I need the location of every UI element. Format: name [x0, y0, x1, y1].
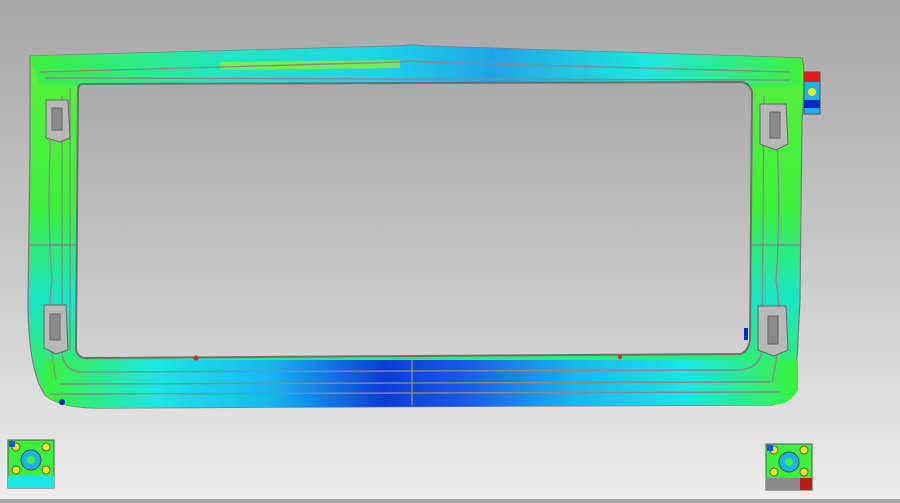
thumbnail-part-left: [7, 439, 55, 489]
frame-opening: [74, 80, 754, 360]
hotspot-red-1: [193, 355, 199, 361]
hotspot-red-2: [618, 355, 622, 359]
right-bracket-lower: [757, 305, 789, 357]
3d-viewport[interactable]: [0, 0, 900, 499]
right-bracket-upper: [759, 103, 789, 151]
hotspot-blue-1: [59, 399, 65, 405]
left-bracket-upper: [45, 99, 71, 143]
hotspot-blue-2: [744, 328, 748, 340]
right-small-part: [803, 71, 821, 115]
frame-contour-plot: [7, 44, 821, 491]
thumbnail-part-right: [765, 443, 813, 491]
left-bracket-lower: [43, 304, 69, 355]
